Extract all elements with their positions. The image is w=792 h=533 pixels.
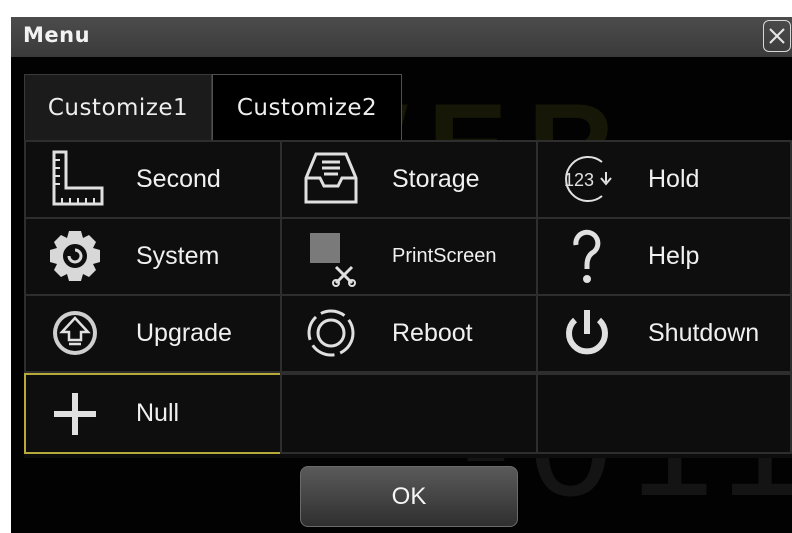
title-bar: Menu	[11, 17, 792, 57]
svg-text:123: 123	[564, 170, 594, 190]
menu-item-empty	[280, 373, 538, 454]
menu-item-label: System	[136, 242, 220, 270]
menu-item-shutdown[interactable]: Shutdown	[536, 294, 792, 373]
menu-grid: Second Storage 123 Hold System PrintScre…	[24, 140, 792, 458]
hold-123-icon: 123	[564, 156, 612, 202]
menu-item-printscreen[interactable]: PrintScreen	[280, 217, 538, 296]
close-button[interactable]	[763, 20, 791, 52]
menu-item-label: Second	[136, 165, 221, 193]
menu-item-label: Storage	[392, 165, 480, 193]
power-icon	[566, 310, 608, 355]
upgrade-arrow-icon	[53, 311, 97, 355]
menu-item-label: Upgrade	[136, 319, 232, 347]
ruler-icon	[52, 150, 104, 206]
print-screen-icon	[310, 233, 356, 287]
menu-item-label: Help	[648, 242, 700, 270]
menu-item-label: Null	[136, 399, 180, 427]
menu-item-label: Reboot	[392, 319, 473, 347]
dialog-title: Menu	[23, 23, 91, 47]
gear-icon	[50, 231, 100, 281]
menu-item-system[interactable]: System	[24, 217, 282, 296]
tab-customize2[interactable]: Customize2	[212, 74, 402, 140]
menu-item-hold[interactable]: 123 Hold	[536, 140, 792, 219]
menu-dialog: POWER -011.75 Meas Value Menu Customize1…	[11, 17, 792, 533]
tab-customize1[interactable]: Customize1	[24, 74, 212, 140]
menu-item-reboot[interactable]: Reboot	[280, 294, 538, 373]
question-mark-icon	[573, 229, 601, 283]
ok-button[interactable]: OK	[300, 466, 518, 527]
reboot-icon	[307, 309, 355, 357]
close-icon	[769, 28, 785, 44]
storage-tray-icon	[304, 152, 358, 204]
menu-item-null[interactable]: Null	[24, 373, 282, 454]
menu-item-help[interactable]: Help	[536, 217, 792, 296]
menu-item-storage[interactable]: Storage	[280, 140, 538, 219]
menu-item-upgrade[interactable]: Upgrade	[24, 294, 282, 373]
menu-item-label: Hold	[648, 165, 700, 193]
menu-item-label: Shutdown	[648, 319, 760, 347]
menu-item-empty	[536, 373, 792, 454]
menu-item-label: PrintScreen	[392, 245, 497, 267]
menu-item-second[interactable]: Second	[24, 140, 282, 219]
plus-icon	[54, 393, 96, 435]
